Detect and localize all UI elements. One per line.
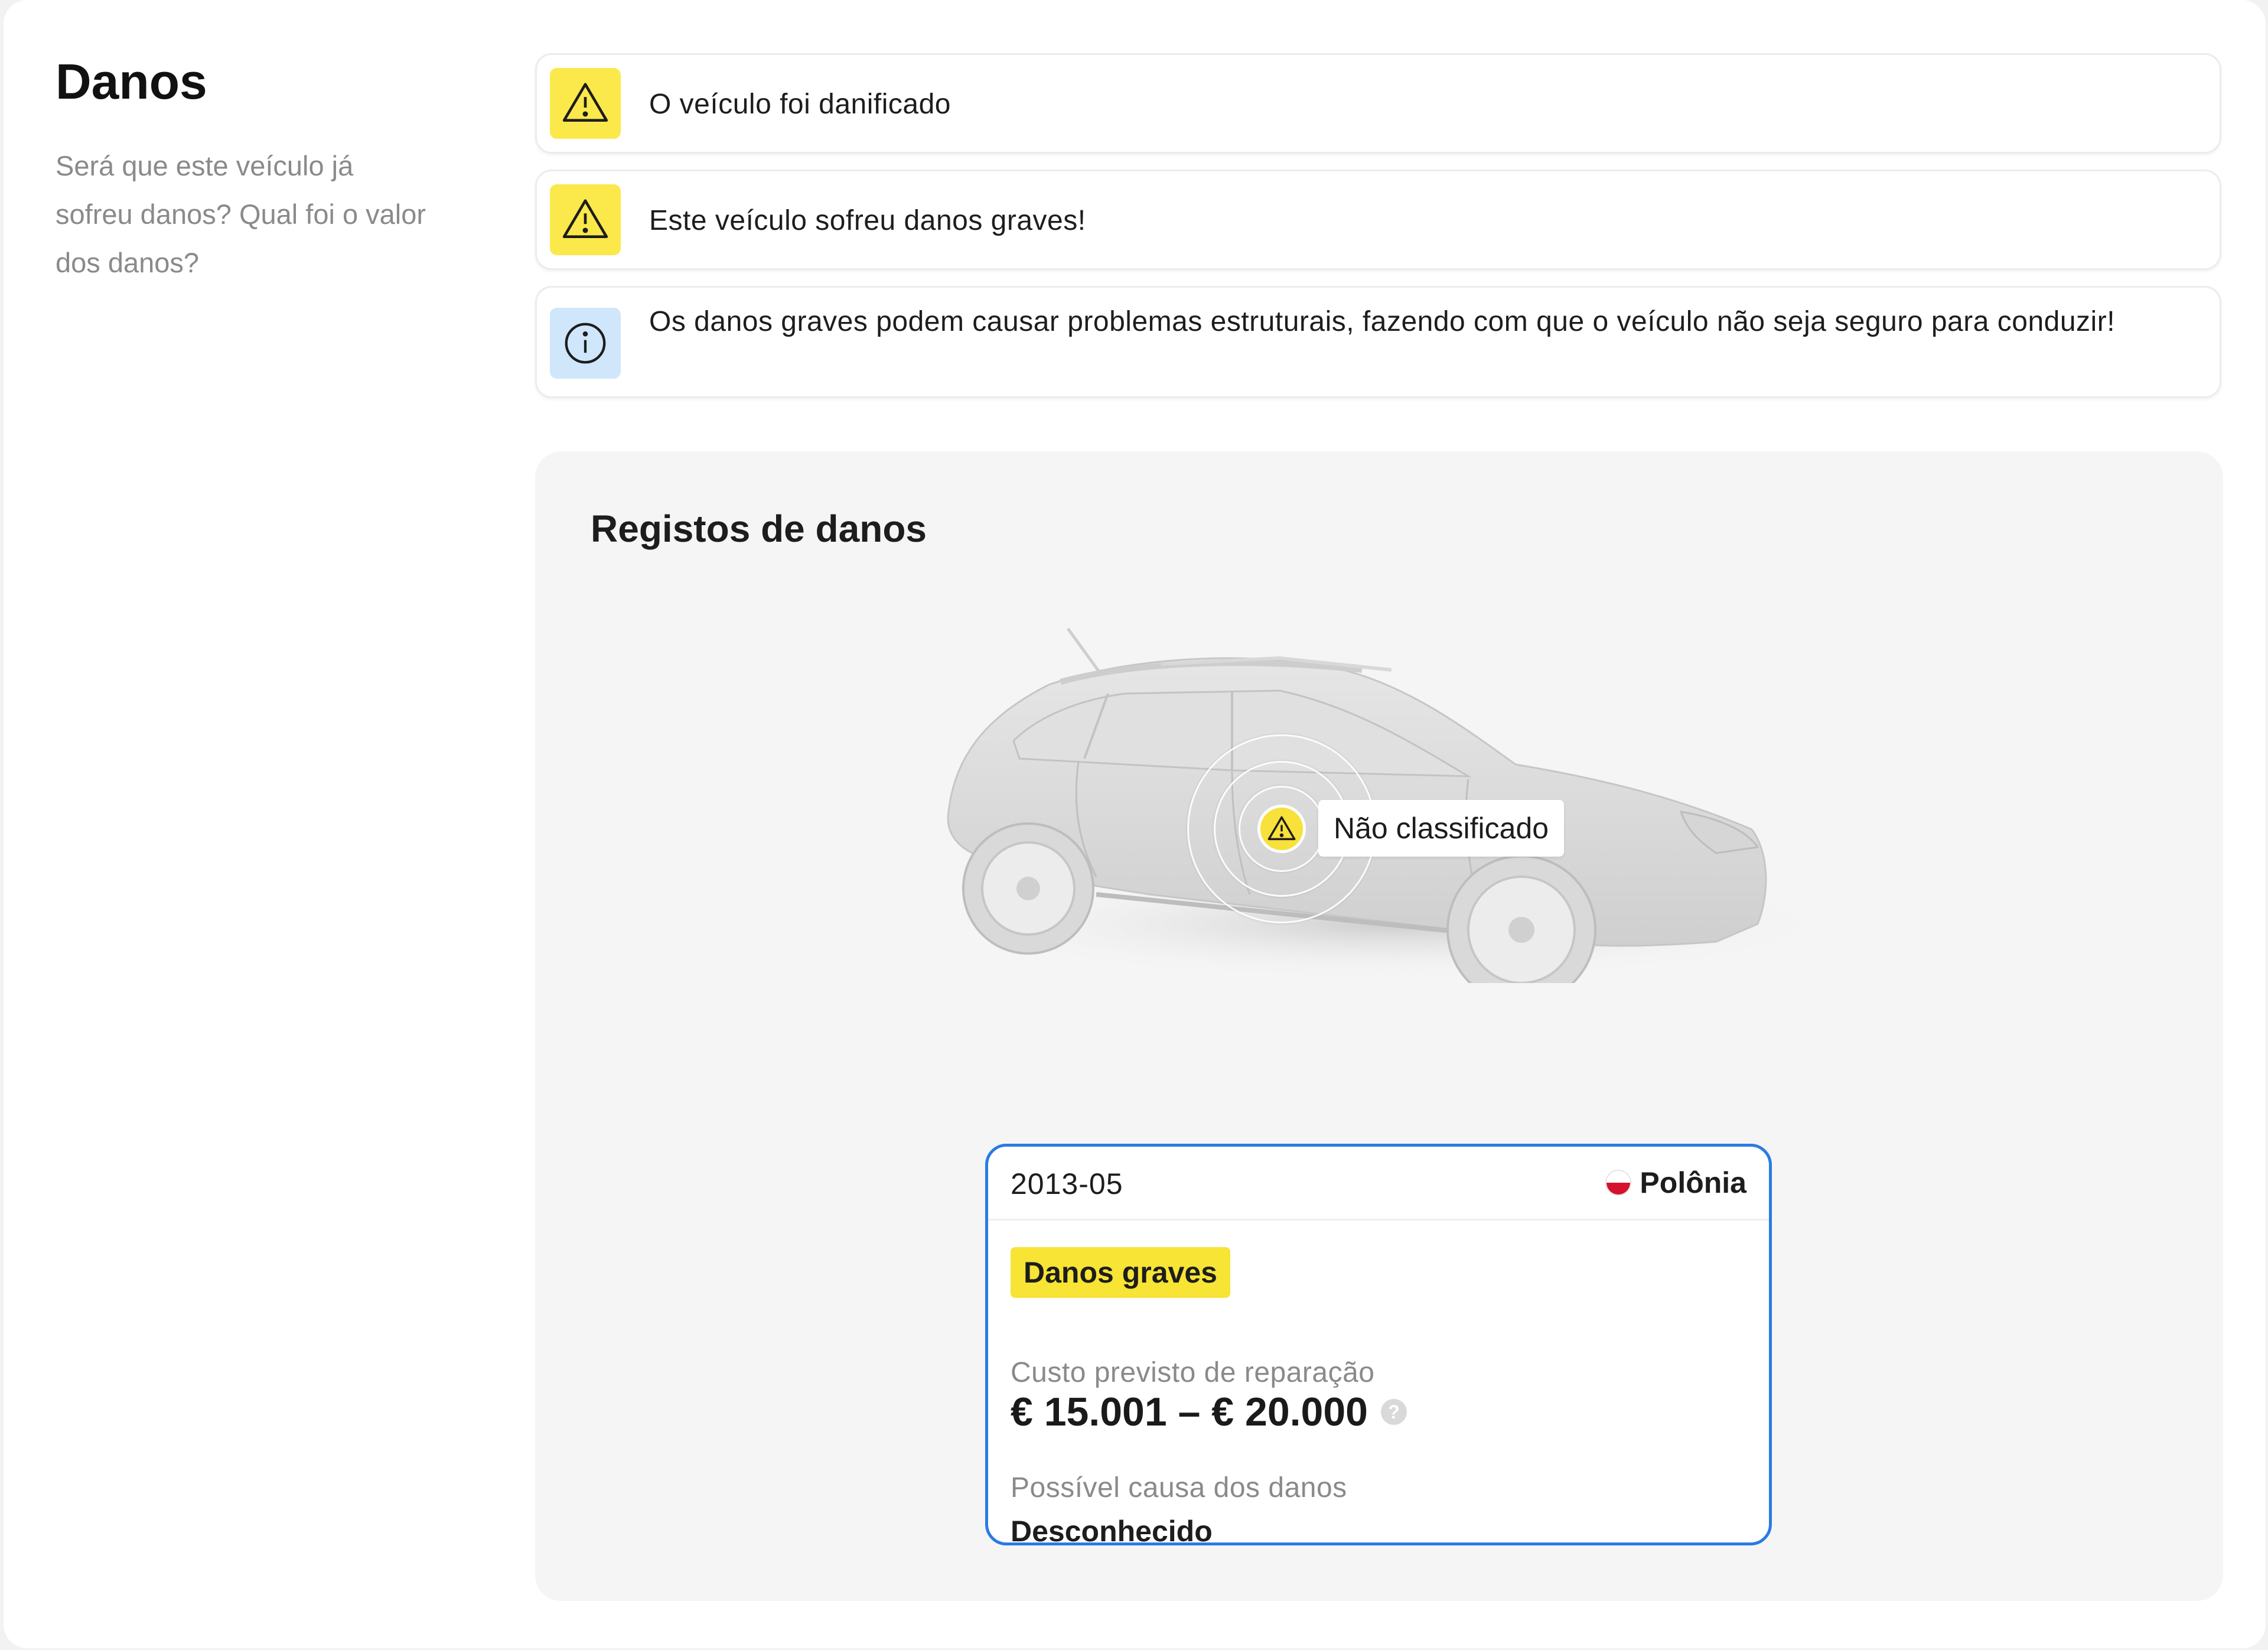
damage-marker[interactable] (1257, 805, 1306, 853)
severity-badge: Danos graves (1011, 1247, 1230, 1298)
section-description: Será que este veículo já sofreu danos? Q… (56, 150, 426, 278)
records-title: Registos de danos (591, 507, 927, 550)
cost-value-row: € 15.001 – € 20.000 ? (1011, 1389, 1407, 1435)
alert-text: Este veículo sofreu danos graves! (649, 205, 1086, 236)
damage-record-card[interactable]: 2013-05 Polônia Danos graves Custo previ… (985, 1144, 1772, 1548)
cause-label: Possível causa dos danos (1011, 1472, 1347, 1503)
alert-text: O veículo foi danificado (649, 89, 951, 120)
warning-triangle-icon (550, 68, 621, 139)
record-date: 2013-05 (1011, 1167, 1123, 1200)
damage-section: Danos Será que este veículo já sofreu da… (4, 0, 2266, 1648)
alert-damaged: O veículo foi danificado (535, 53, 2221, 154)
alert-severe-damage: Este veículo sofreu danos graves! (535, 170, 2221, 270)
cost-value: € 15.001 – € 20.000 (1011, 1389, 1368, 1434)
card-header: 2013-05 Polônia (988, 1147, 1769, 1221)
warning-triangle-icon (550, 184, 621, 255)
alert-info: Os danos graves podem causar problemas e… (535, 286, 2221, 398)
record-country: Polônia (1605, 1166, 1746, 1200)
country-name: Polônia (1640, 1166, 1746, 1199)
section-title: Danos (56, 54, 207, 109)
marker-label: Não classificado (1318, 800, 1565, 857)
damage-records-panel: Registos de danos Não classificado 2013-… (535, 451, 2223, 1601)
cause-value: Desconhecido (1011, 1515, 1213, 1548)
info-circle-icon (550, 308, 621, 379)
help-icon[interactable]: ? (1381, 1399, 1407, 1425)
poland-flag-icon (1605, 1170, 1632, 1196)
cost-label: Custo previsto de reparação (1011, 1357, 1375, 1388)
alert-text: Os danos graves podem causar problemas e… (649, 306, 2116, 337)
warning-triangle-icon (1257, 805, 1306, 853)
